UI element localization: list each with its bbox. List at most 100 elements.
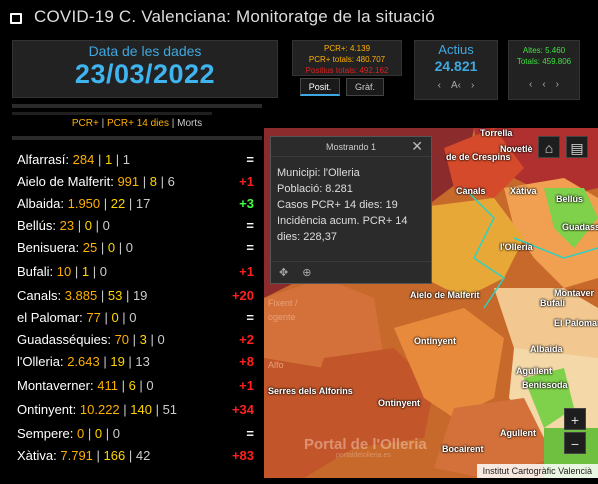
header-morts: Morts: [177, 118, 203, 129]
municipality-name: l'Olleria:: [17, 354, 64, 369]
list-item[interactable]: Xàtiva: 7.791 | 166 | 42 +83: [12, 446, 262, 466]
morts-value: 0: [112, 426, 120, 441]
chevron-left-icon[interactable]: ‹: [438, 80, 441, 91]
separator: |: [102, 426, 113, 441]
zoom-in-button[interactable]: +: [564, 408, 586, 430]
watermark-sub: portaldelolleria.es: [336, 452, 391, 459]
morts-value: 6: [167, 174, 175, 189]
list-item[interactable]: Bufali: 10 | 1 | 0 +1: [12, 262, 262, 282]
list-item[interactable]: Ontinyent: 10.222 | 140 | 51 +34: [12, 400, 262, 420]
chevron-left-small-icon[interactable]: ‹: [542, 79, 545, 90]
map-label-benissoda: Benissoda: [522, 380, 568, 390]
map-label-palomar: El Palomar: [554, 318, 598, 328]
list-item[interactable]: Canals: 3.885 | 53 | 19 +20: [12, 286, 262, 306]
map-label-aielo: Aielo de Malferit: [410, 290, 480, 300]
list-item[interactable]: l'Olleria: 2.643 | 19 | 13 +8: [12, 352, 262, 372]
separator: |: [122, 288, 133, 303]
pcr14-value: 166: [103, 448, 126, 463]
separator: |: [97, 288, 108, 303]
map-label-ontinyent2: Ontinyent: [378, 398, 420, 408]
move-icon[interactable]: ✥: [279, 266, 288, 279]
list-item[interactable]: Sempere: 0 | 0 | 0 =: [12, 424, 262, 444]
popup-casos: Casos PCR+ 14 dies: 19: [277, 199, 398, 211]
zoom-to-icon[interactable]: ⊕: [302, 266, 311, 279]
app-title: COVID-19 C. Valenciana: Monitoratge de l…: [34, 7, 435, 26]
list-item[interactable]: Albaida: 1.950 | 22 | 17 +3: [12, 194, 262, 214]
pcr-value: 10.222: [79, 402, 120, 417]
municipality-name: Albaida:: [17, 196, 64, 211]
delta-badge: +20: [231, 288, 254, 303]
morts-value: 0: [157, 332, 165, 347]
divider: [12, 112, 212, 115]
altes-count: Altes: 5.460: [522, 46, 566, 55]
actius-prev-label[interactable]: A‹: [451, 80, 461, 91]
pcr14-value: 140: [130, 402, 152, 417]
positius-totals: Positius totals: 492.162: [305, 66, 389, 75]
separator: |: [118, 310, 130, 325]
pcr14-value: 0: [84, 218, 92, 233]
separator: |: [139, 174, 150, 189]
delta-badge: +1: [239, 264, 254, 279]
municipality-name: Ontinyent:: [17, 402, 77, 417]
delta-badge: +83: [231, 448, 254, 463]
pcr14-value: 19: [110, 354, 125, 369]
zoom-out-button[interactable]: −: [564, 432, 586, 454]
delta-badge: +3: [239, 196, 254, 211]
date-label: Data de les dades: [88, 43, 202, 59]
layers-icon[interactable]: ▤: [566, 136, 588, 158]
delta-badge: =: [246, 218, 254, 233]
altes-panel: Altes: 5.460 Totals: 459.806 ‹ ‹ ›: [508, 40, 580, 100]
delta-badge: =: [246, 426, 254, 441]
popup-municipi: Municipi: l'Olleria: [277, 167, 360, 179]
morts-value: 17: [135, 196, 151, 211]
pcr14-value: 0: [107, 240, 116, 255]
separator: |: [84, 426, 95, 441]
pcr-value: 2.643: [67, 354, 100, 369]
actius-label: Actius: [438, 42, 474, 57]
municipality-name: el Palomar:: [17, 310, 83, 325]
chevron-right-icon[interactable]: ›: [471, 80, 474, 91]
list-item[interactable]: Montaverner: 411 | 6 | 0 +1: [12, 376, 262, 396]
home-icon[interactable]: ⌂: [538, 136, 560, 158]
pcr-value: 10: [56, 264, 72, 279]
separator: |: [74, 218, 85, 233]
municipality-name: Guadasséquies:: [17, 332, 111, 347]
map-label-torrella: Torrella: [480, 128, 513, 138]
delta-badge: +34: [231, 402, 254, 417]
popup-poblacio: Població: 8.281: [277, 183, 353, 195]
morts-value: 51: [162, 402, 178, 417]
pcr-value: 70: [114, 332, 130, 347]
separator: |: [89, 264, 100, 279]
separator: |: [117, 378, 129, 393]
tab-posit[interactable]: Posit.: [300, 78, 340, 96]
map-label-agullent2: Agullent: [500, 428, 536, 438]
map-label-montaverner: Montaver: [554, 288, 595, 298]
list-item[interactable]: Alfarrasí: 284 | 1 | 1 =: [12, 150, 262, 170]
map-label-bellus: Bellús: [556, 194, 584, 204]
header-pcr14: PCR+ 14 dies: [106, 118, 169, 129]
chevron-left-icon[interactable]: ‹: [529, 79, 532, 90]
map-label-alfo: Alfo: [268, 360, 284, 370]
divider: [12, 136, 262, 140]
separator: |: [99, 354, 111, 369]
map-label-albaida: Albaida: [530, 344, 563, 354]
header-pcr: PCR+: [71, 118, 99, 129]
pcr-value: 3.885: [64, 288, 98, 303]
pcr14-value: 0: [94, 426, 103, 441]
separator: |: [112, 152, 123, 167]
morts-value: 1: [122, 152, 131, 167]
list-item[interactable]: Bellús: 23 | 0 | 0 =: [12, 216, 262, 236]
list-item[interactable]: Benisuera: 25 | 0 | 0 =: [12, 238, 262, 258]
tab-graf[interactable]: Gràf.: [346, 78, 384, 96]
map-label-canals: Canals: [456, 186, 486, 196]
separator: |: [125, 196, 136, 211]
list-item[interactable]: el Palomar: 77 | 0 | 0 =: [12, 308, 262, 328]
separator: |: [97, 240, 108, 255]
list-item[interactable]: Aielo de Malferit: 991 | 8 | 6 +1: [12, 172, 262, 192]
chevron-right-icon[interactable]: ›: [556, 79, 559, 90]
close-icon[interactable]: ✕: [411, 137, 423, 155]
actius-nav: ‹ A‹ ›: [415, 80, 497, 91]
pcr14-value: 1: [81, 264, 90, 279]
pcr-value: 284: [72, 152, 95, 167]
list-item[interactable]: Guadasséquies: 70 | 3 | 0 +2: [12, 330, 262, 350]
